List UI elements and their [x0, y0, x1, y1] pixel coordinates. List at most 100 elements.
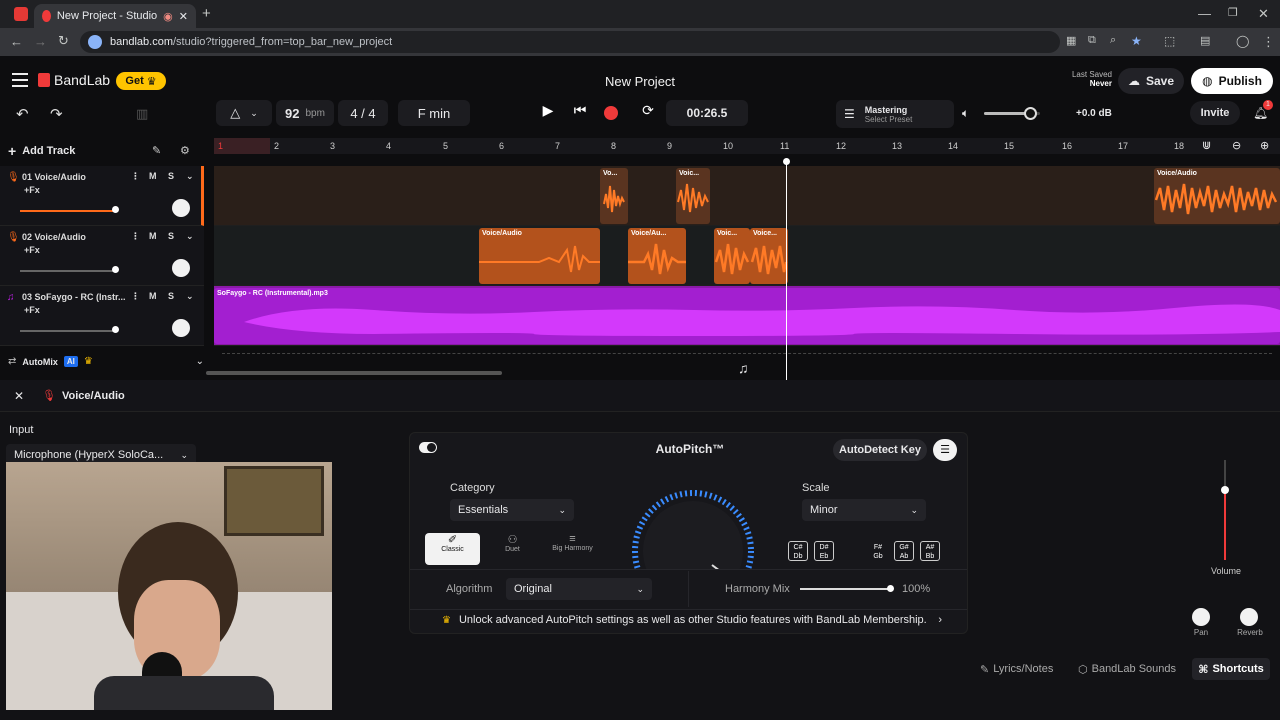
- track-volume-slider[interactable]: [20, 330, 116, 332]
- pan-knob[interactable]: [172, 199, 190, 217]
- pan-knob[interactable]: [172, 319, 190, 337]
- new-tab-icon[interactable]: +: [202, 5, 211, 22]
- magnet-snap-icon[interactable]: ⋓: [1202, 139, 1211, 152]
- solo-button[interactable]: S: [168, 231, 174, 241]
- brand-logo[interactable]: BandLab: [38, 72, 110, 88]
- mixer-icon[interactable]: ▥: [136, 106, 148, 122]
- time-signature-field[interactable]: 4 / 4: [338, 100, 388, 126]
- forward-icon[interactable]: →: [34, 34, 47, 49]
- close-window-icon[interactable]: ✕: [1258, 6, 1269, 22]
- tempo-field[interactable]: 92 bpm: [276, 100, 334, 126]
- scale-select[interactable]: Minor ⌄: [802, 499, 926, 521]
- pencil-tool-icon[interactable]: ✎: [152, 144, 161, 157]
- track-name[interactable]: 03 SoFaygo - RC (Instr...: [22, 292, 126, 302]
- audio-clip[interactable]: SoFaygo - RC (Instrumental).mp3: [214, 288, 1280, 344]
- app-icon[interactable]: [14, 7, 28, 21]
- unlock-membership-banner[interactable]: ♛ Unlock advanced AutoPitch settings as …: [442, 614, 942, 626]
- note-g-sharp[interactable]: G# Ab: [894, 541, 914, 561]
- shortcuts-button[interactable]: ⌘ Shortcuts: [1192, 658, 1270, 680]
- autopitch-toggle[interactable]: [419, 442, 437, 453]
- automix-row[interactable]: ⇄ AutoMix AI ♛ ⌄: [8, 356, 204, 367]
- speaker-icon[interactable]: 🔈︎: [962, 106, 969, 121]
- url-field[interactable]: bandlab.com/studio?triggered_from=top_ba…: [80, 31, 1060, 53]
- track-lane-1[interactable]: Vo... Voic... Voice/Audio: [214, 166, 1280, 226]
- expand-chevron-icon[interactable]: ⌄: [186, 291, 194, 302]
- loop-button[interactable]: ⟳: [636, 102, 660, 124]
- pan-knob[interactable]: [1192, 608, 1210, 626]
- reverb-knob[interactable]: [1240, 608, 1258, 626]
- track-lane-3[interactable]: SoFaygo - RC (Instrumental).mp3: [214, 286, 1280, 346]
- mode-classic-button[interactable]: ✐ Classic: [425, 533, 480, 565]
- close-panel-icon[interactable]: ✕: [14, 389, 24, 403]
- track-volume-handle[interactable]: [112, 266, 119, 273]
- volume-fader-handle[interactable]: [1221, 486, 1229, 494]
- harmony-mix-slider[interactable]: [800, 588, 892, 590]
- mode-duet-button[interactable]: ⚇ Duet: [485, 533, 540, 565]
- invite-button[interactable]: Invite: [1190, 101, 1240, 125]
- add-fx-button[interactable]: +Fx: [24, 185, 40, 195]
- audio-clip[interactable]: Voice/Audio: [479, 228, 600, 284]
- play-button[interactable]: ▶: [536, 102, 560, 124]
- metronome-control[interactable]: △ ⌄: [216, 100, 272, 126]
- zoom-in-icon[interactable]: ⊕: [1260, 139, 1269, 152]
- back-icon[interactable]: ←: [10, 34, 23, 49]
- track-name[interactable]: 02 Voice/Audio: [22, 232, 86, 242]
- skip-back-button[interactable]: ⏮: [568, 102, 592, 124]
- playhead-handle[interactable]: [783, 158, 790, 165]
- save-button[interactable]: ☁ Save: [1118, 68, 1184, 94]
- record-button[interactable]: [604, 106, 618, 120]
- key-field[interactable]: F min: [398, 100, 470, 126]
- project-title[interactable]: New Project: [560, 74, 720, 89]
- mute-button[interactable]: M: [149, 231, 157, 241]
- drop-zone[interactable]: [222, 353, 1272, 354]
- track-header-3[interactable]: ♫ 03 SoFaygo - RC (Instr... +Fx ⋮ M S ⌄: [0, 286, 204, 346]
- minimize-icon[interactable]: —: [1198, 6, 1211, 21]
- harmony-mix-handle[interactable]: [887, 585, 894, 592]
- extensions-puzzle-icon[interactable]: ⬚: [1164, 34, 1175, 48]
- lyrics-notes-button[interactable]: ✎ Lyrics/Notes: [980, 658, 1053, 680]
- bookmark-star-icon[interactable]: ★: [1131, 34, 1142, 48]
- track-volume-slider[interactable]: [20, 210, 116, 212]
- bandlab-sounds-button[interactable]: ⬡ BandLab Sounds: [1078, 658, 1176, 680]
- get-membership-button[interactable]: Get ♛: [116, 72, 166, 90]
- add-fx-button[interactable]: +Fx: [24, 245, 40, 255]
- timeline-ruler[interactable]: 1 2 3 4 5 6 7 8 9 10 11 12 13 14 15 16 1…: [214, 138, 1280, 154]
- pan-knob[interactable]: [172, 259, 190, 277]
- autodetect-key-button[interactable]: AutoDetect Key: [833, 439, 927, 461]
- track-volume-slider[interactable]: [20, 270, 116, 272]
- audio-clip[interactable]: Voic...: [714, 228, 750, 284]
- reload-icon[interactable]: ↻: [58, 33, 69, 49]
- solo-button[interactable]: S: [168, 171, 174, 181]
- undo-icon[interactable]: ↶: [16, 105, 29, 123]
- audio-clip[interactable]: Voice/Audio: [1154, 168, 1280, 224]
- chevron-down-icon[interactable]: ⌄: [196, 356, 204, 367]
- site-info-icon[interactable]: [88, 35, 102, 49]
- algorithm-select[interactable]: Original ⌄: [506, 578, 652, 600]
- track-volume-handle[interactable]: [112, 206, 119, 213]
- profile-icon[interactable]: ◯: [1236, 34, 1249, 48]
- note-c-sharp[interactable]: C# Db: [788, 541, 808, 561]
- note-d-sharp[interactable]: D# Eb: [814, 541, 834, 561]
- add-track-button[interactable]: + Add Track: [8, 143, 75, 159]
- volume-fader-track[interactable]: [1224, 460, 1226, 560]
- chrome-menu-icon[interactable]: ⋮: [1262, 34, 1275, 50]
- solo-button[interactable]: S: [168, 291, 174, 301]
- zoom-out-icon[interactable]: ⊖: [1232, 139, 1241, 152]
- audio-clip[interactable]: Voice...: [750, 228, 788, 284]
- add-music-icon[interactable]: ♫: [738, 360, 749, 376]
- note-a-sharp[interactable]: A# Bb: [920, 541, 940, 561]
- cast-icon[interactable]: ⧉: [1088, 34, 1096, 47]
- audio-clip[interactable]: Vo...: [600, 168, 628, 224]
- audio-clip[interactable]: Voic...: [676, 168, 710, 224]
- track-header-1[interactable]: 🎙︎ 01 Voice/Audio +Fx ⋮ M S ⌄: [0, 166, 204, 226]
- horizontal-scrollbar[interactable]: [206, 371, 502, 375]
- restore-icon[interactable]: ❐: [1228, 6, 1238, 19]
- close-tab-icon[interactable]: ✕: [179, 10, 188, 23]
- note-f-sharp[interactable]: F# Gb: [868, 541, 888, 561]
- master-volume-handle[interactable]: [1024, 107, 1037, 120]
- hamburger-menu-icon[interactable]: [12, 73, 28, 87]
- track-menu-icon[interactable]: ⋮: [131, 171, 140, 182]
- settings-sliders-icon[interactable]: ☰: [933, 439, 957, 461]
- track-lane-2[interactable]: Voice/Audio Voice/Au... Voic... Voice...: [214, 226, 1280, 286]
- mute-button[interactable]: M: [149, 291, 157, 301]
